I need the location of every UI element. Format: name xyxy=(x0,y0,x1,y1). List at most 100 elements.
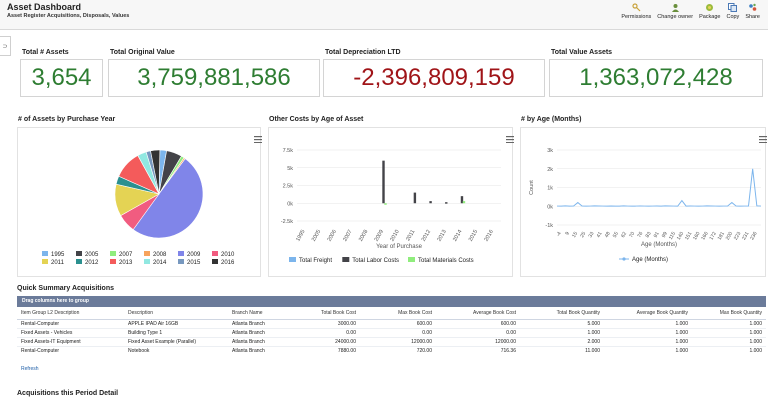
x-tick-label: 231 xyxy=(741,231,750,241)
legend-marker xyxy=(622,257,626,261)
pie-chart-panel: 1995 2005 2007 2008 2009 2010 2011 2012 2013 2014… xyxy=(17,127,262,277)
column-header[interactable]: Branch Name xyxy=(228,307,286,320)
legend-label: 2015 xyxy=(187,260,201,266)
legend-label: Total Freight xyxy=(299,258,332,264)
legend-swatch xyxy=(144,259,150,264)
table-row[interactable]: Rental-Computer Notebook Atlanta Branch … xyxy=(17,345,766,355)
x-tick-label: 223 xyxy=(733,231,742,241)
kpi-total-depreciation: Total Depreciation LTD -2,396,809,159 xyxy=(323,49,545,99)
table-cell: Atlanta Branch xyxy=(228,328,286,338)
x-tick-label: 236 xyxy=(749,231,758,241)
column-header[interactable]: Average Book Cost xyxy=(436,307,520,320)
y-tick-label: 3k xyxy=(547,148,553,154)
kpi-label: Total Depreciation LTD xyxy=(325,49,401,56)
kpi-total-value-assets: Total Value Assets 1,363,072,428 xyxy=(549,49,763,99)
legend-label: 2014 xyxy=(153,260,167,266)
column-header[interactable]: Max Book Quantity xyxy=(692,307,766,320)
summary-table: Item Group L2 Description Description Br… xyxy=(17,307,766,355)
legend-label: Total Labor Costs xyxy=(352,258,399,264)
x-tick-label: 25 xyxy=(579,231,587,239)
table-cell: Building Type 1 xyxy=(124,328,228,338)
bar xyxy=(413,192,417,204)
legend-label: 2007 xyxy=(119,252,133,258)
x-tick-label: 76 xyxy=(636,231,644,239)
group-drop-zone[interactable]: Drag columns here to group xyxy=(17,296,766,307)
pie-chart-title: # of Assets by Purchase Year xyxy=(18,116,116,123)
key-icon xyxy=(632,3,641,12)
table-cell: 12000.00 xyxy=(360,337,436,347)
bar xyxy=(384,203,387,205)
table-cell: 0.00 xyxy=(360,328,436,338)
table-cell: 600.00 xyxy=(360,319,436,329)
column-header[interactable]: Average Book Quantity xyxy=(604,307,692,320)
column-header[interactable]: Total Book Quantity xyxy=(520,307,604,320)
table-cell: 1.000 xyxy=(604,337,692,347)
kpi-total-assets: Total # Assets 3,654 xyxy=(20,49,103,99)
x-tick-label: 140 xyxy=(676,231,685,241)
change-owner-button[interactable]: Change owner xyxy=(657,3,693,20)
table-cell: 11.000 xyxy=(520,345,604,355)
permissions-button[interactable]: Permissions xyxy=(621,3,651,20)
legend-swatch xyxy=(110,259,116,264)
refresh-link[interactable]: Refresh xyxy=(21,366,39,372)
sidebar-toggle-button[interactable]: ⊃ xyxy=(0,36,11,56)
table-cell: Atlanta Branch xyxy=(228,319,286,329)
x-tick-label: 2008 xyxy=(358,229,369,243)
kpi-total-original-value: Total Original Value 3,759,881,586 xyxy=(108,49,320,99)
kpi-value: 3,654 xyxy=(20,59,103,97)
x-tick-label: 62 xyxy=(620,231,628,239)
share-button[interactable]: Share xyxy=(745,3,760,20)
legend-swatch xyxy=(342,257,350,262)
legend-swatch xyxy=(408,257,415,262)
legend-label: 2013 xyxy=(119,260,133,266)
copy-button[interactable]: Copy xyxy=(726,3,739,20)
x-tick-label: 41 xyxy=(596,231,604,239)
table-row[interactable]: Fixed Assets - Vehicles Building Type 1 … xyxy=(17,328,766,338)
legend-swatch xyxy=(42,259,48,264)
column-header[interactable]: Total Book Cost xyxy=(286,307,360,320)
user-icon xyxy=(671,3,680,12)
page-title: Asset Dashboard xyxy=(7,2,82,12)
kpi-value: 1,363,072,428 xyxy=(549,59,763,97)
kpi-value: -2,396,809,159 xyxy=(323,59,545,97)
legend-label: 2016 xyxy=(221,260,235,266)
costs-chart-panel: 7.5k 5k 2.5k 0k -2.5k 1995 2005 2006 2007 2008 200… xyxy=(268,127,514,277)
table-cell: Rental-Computer xyxy=(17,345,124,355)
toolbar: Permissions Change owner Package Copy Sh… xyxy=(621,3,760,20)
legend-swatch xyxy=(110,251,116,256)
x-tick-label: 70 xyxy=(628,231,636,239)
table-row[interactable]: Fixed Assets-IT Equipment Fixed Asset Ex… xyxy=(17,337,766,347)
package-button[interactable]: Package xyxy=(699,3,720,20)
column-header[interactable]: Max Book Cost xyxy=(360,307,436,320)
bar xyxy=(462,201,466,204)
x-tick-label: 9 xyxy=(564,231,571,237)
app-header: Asset Dashboard Asset Register Acquisiti… xyxy=(0,0,768,30)
table-cell: 716.36 xyxy=(436,345,520,355)
kpi-label: Total # Assets xyxy=(22,49,69,56)
share-icon xyxy=(748,3,757,12)
legend-label: 1995 xyxy=(51,252,65,258)
costs-chart: 7.5k 5k 2.5k 0k -2.5k1995 2005 2006 2007 2008 200… xyxy=(281,148,501,264)
table-cell: 1.000 xyxy=(604,345,692,355)
y-tick-label: 2.5k xyxy=(283,184,294,190)
table-cell: 1.000 xyxy=(692,345,766,355)
y-tick-label: 2k xyxy=(547,167,553,173)
legend-label: 2012 xyxy=(85,260,99,266)
change-owner-label: Change owner xyxy=(657,14,694,20)
x-tick-label: 200 xyxy=(725,231,734,241)
x-tick-label: 2007 xyxy=(342,229,353,243)
column-header[interactable]: Description xyxy=(124,307,228,320)
table-cell: 2.000 xyxy=(520,337,604,347)
bar xyxy=(445,202,448,204)
x-tick-label: 48 xyxy=(604,231,612,239)
x-tick-label: 55 xyxy=(612,231,620,239)
x-tick-label: 2012 xyxy=(421,229,432,243)
table-cell: 1.000 xyxy=(520,328,604,338)
costs-chart-title: Other Costs by Age of Asset xyxy=(269,116,364,123)
bar xyxy=(429,201,432,204)
legend-swatch xyxy=(144,251,150,256)
x-tick-label: 166 xyxy=(700,231,709,241)
column-header[interactable]: Item Group L2 Description xyxy=(17,307,124,320)
x-tick-label: 2013 xyxy=(436,229,447,243)
table-row[interactable]: Rental-Computer APPLE IPAD Air 16GB Atla… xyxy=(17,319,766,329)
